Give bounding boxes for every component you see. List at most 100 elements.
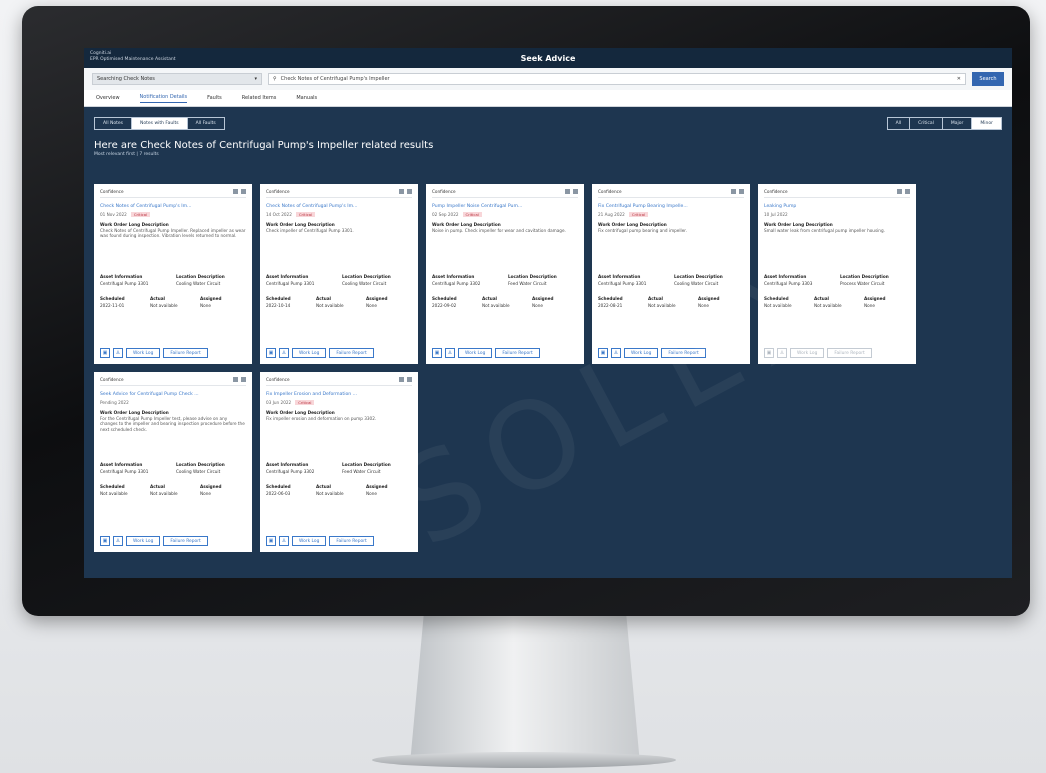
scheduled-value: Not available	[764, 303, 792, 308]
asset-label: Asset Information	[598, 274, 641, 279]
asset-label: Asset Information	[100, 274, 143, 279]
more-icon[interactable]	[739, 189, 744, 194]
tab-notification-details[interactable]: Notification Details	[139, 94, 188, 103]
card-meta: 03 Jun 2022 Critical	[266, 400, 412, 405]
monitor-stand	[410, 614, 640, 764]
image-icon[interactable]: ▣	[100, 536, 110, 546]
more-icon[interactable]	[905, 189, 910, 194]
person-icon[interactable]: ♙	[611, 348, 621, 358]
filter-minor[interactable]: Minor	[972, 118, 1001, 129]
location-label: Location Description	[840, 274, 889, 279]
more-icon[interactable]	[407, 377, 412, 382]
asset-label: Asset Information	[266, 462, 309, 467]
search-button[interactable]: Search	[972, 72, 1004, 86]
tab-overview[interactable]: Overview	[96, 95, 120, 101]
tab-manuals[interactable]: Manuals	[296, 95, 317, 101]
monitor-bezel: Cogniti.ai EPR Optimised Maintenance Ass…	[22, 6, 1030, 616]
failure-report-button[interactable]: Failure Report	[163, 536, 208, 546]
severity-tag: Critical	[462, 212, 482, 217]
search-input[interactable]: ⚲ Check Notes of Centrifugal Pump's Impe…	[268, 73, 966, 85]
card-date: 10 Jul 2022	[764, 212, 788, 217]
clear-icon[interactable]: ✕	[957, 76, 961, 82]
card-date: 02 Sep 2022	[432, 212, 459, 217]
filter-major[interactable]: Major	[943, 118, 973, 129]
asset-location: Asset Information Location Description C…	[100, 269, 246, 286]
more-icon[interactable]	[241, 189, 246, 194]
bookmark-icon[interactable]	[233, 189, 238, 194]
scheduled-label: Scheduled	[266, 484, 291, 489]
card-header-icons	[897, 189, 910, 194]
bookmark-icon[interactable]	[399, 189, 404, 194]
work-log-button[interactable]: Work Log	[458, 348, 493, 358]
confidence-label: Confidence	[266, 377, 290, 382]
card-title-link[interactable]: Fix Impeller Erosion and Deformation ...	[266, 392, 412, 397]
tab-related-items[interactable]: Related Items	[242, 95, 277, 101]
description-text: Fix impeller erosion and deformation on …	[266, 416, 377, 421]
asset-location: Asset Information Location Description C…	[266, 269, 412, 286]
work-log-button[interactable]: Work Log	[126, 536, 161, 546]
failure-report-button[interactable]: Failure Report	[329, 348, 374, 358]
person-icon[interactable]: ♙	[113, 348, 123, 358]
failure-report-button[interactable]: Failure Report	[329, 536, 374, 546]
location-label: Location Description	[508, 274, 557, 279]
failure-report-button[interactable]: Failure Report	[827, 348, 872, 358]
asset-location: Asset Information Location Description C…	[266, 457, 412, 474]
tab-faults[interactable]: Faults	[207, 95, 222, 101]
bookmark-icon[interactable]	[233, 377, 238, 382]
assigned-value: None	[864, 303, 875, 308]
image-icon[interactable]: ▣	[764, 348, 774, 358]
view-all-notes[interactable]: All Notes	[95, 118, 133, 129]
bookmark-icon[interactable]	[897, 189, 902, 194]
more-icon[interactable]	[241, 377, 246, 382]
person-icon[interactable]: ♙	[113, 536, 123, 546]
scheduled-label: Scheduled	[100, 296, 125, 301]
card-title-link[interactable]: Leaking Pump	[764, 204, 910, 209]
schedule-info: Scheduled Actual Assigned 2022-08-21 Not…	[598, 291, 744, 308]
person-icon[interactable]: ♙	[279, 348, 289, 358]
person-icon[interactable]: ♙	[445, 348, 455, 358]
person-icon[interactable]: ♙	[777, 348, 787, 358]
bookmark-icon[interactable]	[399, 377, 404, 382]
card-title-link[interactable]: Seek Advice for Centrifugal Pump Check .…	[100, 392, 246, 397]
filter-critical[interactable]: Critical	[910, 118, 943, 129]
bookmark-icon[interactable]	[565, 189, 570, 194]
failure-report-button[interactable]: Failure Report	[495, 348, 540, 358]
person-icon[interactable]: ♙	[279, 536, 289, 546]
card-header-icons	[233, 377, 246, 382]
card-title-link[interactable]: Fix Centrifugal Pump Bearing Impelle...	[598, 204, 744, 209]
image-icon[interactable]: ▣	[100, 348, 110, 358]
failure-report-button[interactable]: Failure Report	[661, 348, 706, 358]
failure-report-button[interactable]: Failure Report	[163, 348, 208, 358]
scheduled-value: 2022-08-21	[598, 303, 623, 308]
search-scope-dropdown[interactable]: Searching Check Notes ▾	[92, 73, 262, 85]
location-label: Location Description	[176, 462, 225, 467]
severity-tag: Critical	[295, 400, 315, 405]
schedule-info: Scheduled Actual Assigned 2022-10-14 Not…	[266, 291, 412, 308]
card-actions: ▣ ♙ Work Log Failure Report	[764, 348, 872, 358]
location-label: Location Description	[674, 274, 723, 279]
work-log-button[interactable]: Work Log	[292, 536, 327, 546]
filter-all[interactable]: All	[888, 118, 911, 129]
work-log-button[interactable]: Work Log	[790, 348, 825, 358]
image-icon[interactable]: ▣	[266, 536, 276, 546]
bookmark-icon[interactable]	[731, 189, 736, 194]
card-title-link[interactable]: Check Notes of Centrifugal Pump's Im...	[100, 204, 246, 209]
description-label: Work Order Long Description	[266, 410, 335, 415]
more-icon[interactable]	[407, 189, 412, 194]
actual-value: Not available	[316, 491, 344, 496]
work-log-button[interactable]: Work Log	[624, 348, 659, 358]
results-grid: Confidence Check Notes of Centrifugal Pu…	[94, 184, 954, 552]
result-card: Confidence Seek Advice for Centrifugal P…	[94, 372, 252, 552]
image-icon[interactable]: ▣	[598, 348, 608, 358]
work-log-button[interactable]: Work Log	[126, 348, 161, 358]
work-log-button[interactable]: Work Log	[292, 348, 327, 358]
image-icon[interactable]: ▣	[432, 348, 442, 358]
more-icon[interactable]	[573, 189, 578, 194]
view-all-faults[interactable]: All Faults	[188, 118, 224, 129]
location-label: Location Description	[342, 462, 391, 467]
card-title-link[interactable]: Pump Impeller Noise Centrifugal Pum...	[432, 204, 578, 209]
view-notes-with-faults[interactable]: Notes with Faults	[132, 118, 188, 129]
image-icon[interactable]: ▣	[266, 348, 276, 358]
card-header: Confidence	[432, 189, 578, 198]
card-title-link[interactable]: Check Notes of Centrifugal Pump's Im...	[266, 204, 412, 209]
